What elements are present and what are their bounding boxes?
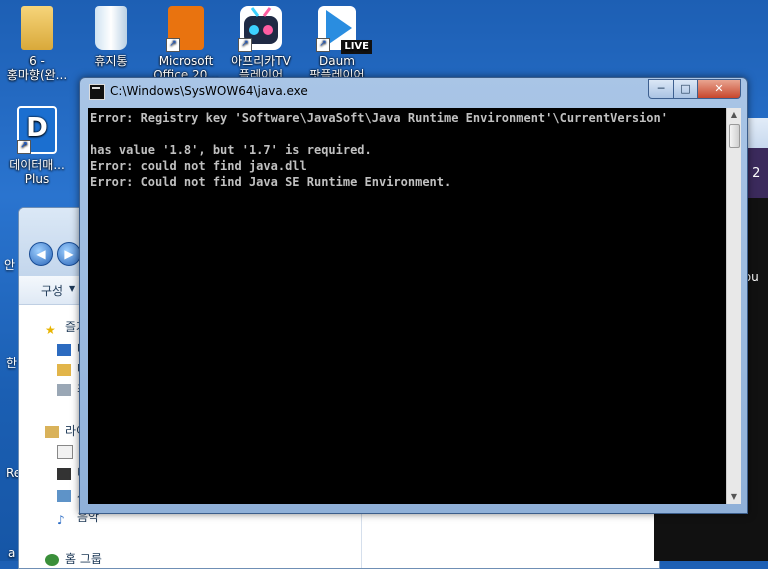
console-output[interactable]: Error: Registry key 'Software\JavaSoft\J… — [88, 108, 726, 504]
vertical-scrollbar[interactable]: ▲ ▼ — [726, 108, 741, 504]
recent-icon — [57, 383, 71, 396]
pictures-icon — [57, 489, 71, 502]
afreecatv-icon: ↗ — [238, 6, 282, 52]
console-line: Error: could not find java.dll — [90, 159, 307, 173]
desktop-icon-afreecatv[interactable]: ↗ 아프리카TV 플레이어 — [224, 0, 298, 82]
desktop-icon-dataplus[interactable]: D ↗ 데이터매... Plus — [0, 100, 74, 186]
library-icon — [45, 425, 59, 438]
console-title: C:\Windows\SysWOW64\java.exe — [110, 84, 308, 98]
scroll-up-icon[interactable]: ▲ — [727, 108, 741, 122]
close-button[interactable]: ✕ — [698, 79, 741, 99]
minimize-button[interactable]: ─ — [648, 79, 674, 99]
dataplus-icon: D ↗ — [17, 106, 57, 154]
nav-item-homegroup[interactable]: 홈 그룹 — [45, 551, 102, 567]
shortcut-arrow-icon: ↗ — [238, 38, 252, 52]
desktop-icon-label: Daum — [319, 54, 355, 68]
shortcut-arrow-icon: ↗ — [316, 38, 330, 52]
desktop-icon-folder[interactable]: 6 - 홍마향(완... — [0, 0, 74, 82]
console-line: Error: Registry key 'Software\JavaSoft\J… — [90, 111, 668, 125]
back-arrow-icon[interactable]: ◀ — [29, 242, 53, 266]
console-app-icon[interactable] — [89, 84, 105, 100]
desktop-icon-daum-potplayer[interactable]: ↗ LIVE Daum 팟플레이어 — [300, 0, 374, 82]
desktop-icon-recycle-bin[interactable]: 휴지통 — [74, 0, 148, 68]
live-badge: LIVE — [341, 40, 372, 54]
desktop-icon-label: Plus — [24, 172, 50, 186]
desktop-edge-label: a — [8, 546, 16, 560]
desktop-icon-label: 데이터매... — [9, 158, 65, 172]
desktop-icon — [57, 343, 71, 356]
homegroup-icon — [45, 553, 59, 566]
console-line: Error: Could not find Java SE Runtime En… — [90, 175, 452, 189]
desktop-icon-label: 아프리카TV — [231, 54, 291, 68]
videos-icon — [57, 467, 71, 480]
desktop-icon-office[interactable]: ↗ Microsoft Office 20... — [149, 0, 223, 82]
desktop-edge-label: 한 — [6, 356, 18, 370]
console-window[interactable]: C:\Windows\SysWOW64\java.exe ─ □ ✕ Error… — [79, 77, 748, 514]
console-titlebar[interactable]: C:\Windows\SysWOW64\java.exe ─ □ ✕ — [80, 78, 747, 105]
scroll-down-icon[interactable]: ▼ — [727, 490, 741, 504]
daum-potplayer-icon: ↗ LIVE — [316, 6, 372, 54]
maximize-button[interactable]: □ — [674, 79, 698, 99]
forward-arrow-icon[interactable]: ▶ — [57, 242, 81, 266]
music-icon: ♪ — [57, 512, 65, 527]
star-icon: ★ — [45, 322, 56, 337]
downloads-icon — [57, 363, 71, 376]
office-icon: ↗ — [166, 6, 204, 52]
chevron-down-icon: ▼ — [69, 284, 76, 293]
shortcut-arrow-icon: ↗ — [17, 140, 31, 154]
shortcut-arrow-icon: ↗ — [166, 38, 180, 52]
desktop-icon-label: 6 - — [29, 54, 45, 68]
recycle-bin-icon — [95, 6, 127, 50]
window-controls: ─ □ ✕ — [648, 79, 741, 99]
console-line: has value '1.8', but '1.7' is required. — [90, 143, 372, 157]
desktop-icon-label: 휴지통 — [94, 54, 128, 68]
folder-icon — [21, 6, 53, 50]
desktop-icon-label: Microsoft — [158, 54, 214, 68]
desktop-edge-label: 안 — [4, 258, 16, 272]
documents-icon — [57, 444, 73, 459]
desktop-icon-label: 홍마향(완... — [6, 68, 68, 82]
scroll-thumb[interactable] — [729, 124, 740, 148]
organize-button[interactable]: 구성 — [41, 282, 63, 299]
